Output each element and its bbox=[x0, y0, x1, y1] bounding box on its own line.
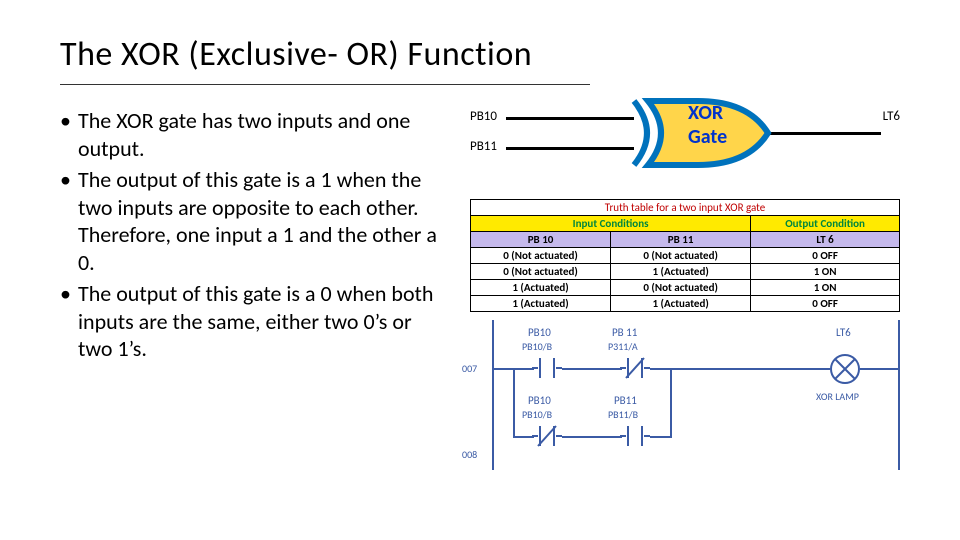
contact-no-icon bbox=[532, 356, 562, 380]
bullet-dot: • bbox=[60, 166, 78, 276]
contact-label-top: PB11 bbox=[614, 394, 637, 407]
right-column: PB10 PB11 LT6 XOR Gate Truth table for a… bbox=[470, 107, 900, 470]
tt-title: Truth table for a two input XOR gate bbox=[471, 200, 900, 216]
bullet-text: The output of this gate is a 0 when both… bbox=[78, 280, 440, 363]
tt-cell: 1 (Actuated) bbox=[471, 296, 611, 312]
rung-number: 007 bbox=[462, 362, 477, 375]
wire bbox=[513, 436, 534, 438]
tt-cell: 0 OFF bbox=[751, 296, 900, 312]
bullet-text: The output of this gate is a 1 when the … bbox=[78, 166, 440, 276]
wire bbox=[670, 368, 672, 438]
tt-cell: 1 (Actuated) bbox=[611, 264, 751, 280]
ladder-rail-right bbox=[898, 320, 900, 470]
contact-no-icon bbox=[620, 424, 650, 448]
contact-label-bot: P311/A bbox=[608, 340, 638, 353]
wire bbox=[562, 368, 622, 370]
wire bbox=[506, 147, 634, 150]
gate-output-label: LT6 bbox=[883, 109, 900, 124]
lamp-caption: XOR LAMP bbox=[816, 390, 859, 403]
tt-output-header: Output Condition bbox=[751, 216, 900, 232]
tt-cell: 0 (Not actuated) bbox=[471, 248, 611, 264]
contact-label-top: PB 11 bbox=[612, 326, 637, 339]
contact-label-bot: PB11/B bbox=[608, 408, 638, 421]
bullet-list: • The XOR gate has two inputs and one ou… bbox=[60, 107, 440, 363]
tt-cell: 1 (Actuated) bbox=[611, 296, 751, 312]
contact-nc-icon bbox=[620, 356, 650, 380]
tt-cell: 1 ON bbox=[751, 280, 900, 296]
tt-col-label: PB 11 bbox=[611, 232, 751, 248]
tt-cell: 1 ON bbox=[751, 264, 900, 280]
wire bbox=[765, 132, 881, 135]
table-row: 0 (Not actuated) 1 (Actuated) 1 ON bbox=[471, 264, 900, 280]
tt-col-label: PB 10 bbox=[471, 232, 611, 248]
rung-number: 008 bbox=[462, 448, 477, 461]
lamp-icon bbox=[828, 352, 862, 386]
contact-label-bot: PB10/B bbox=[522, 340, 552, 353]
table-row: 1 (Actuated) 0 (Not actuated) 1 ON bbox=[471, 280, 900, 296]
contact-label-top: PB10 bbox=[528, 326, 551, 339]
tt-cell: 1 (Actuated) bbox=[471, 280, 611, 296]
bullet-text: The XOR gate has two inputs and one outp… bbox=[78, 107, 440, 162]
table-row: 1 (Actuated) 1 (Actuated) 0 OFF bbox=[471, 296, 900, 312]
wire bbox=[562, 436, 622, 438]
tt-input-header: Input Conditions bbox=[471, 216, 751, 232]
contact-label-bot: PB10/B bbox=[522, 408, 552, 421]
tt-cell: 0 (Not actuated) bbox=[611, 280, 751, 296]
gate-input-top-label: PB10 bbox=[470, 109, 497, 124]
page-title: The XOR (Exclusive- OR) Function bbox=[60, 34, 900, 75]
bullet-item: • The XOR gate has two inputs and one ou… bbox=[60, 107, 440, 162]
contact-nc-icon bbox=[532, 424, 562, 448]
truth-table: Truth table for a two input XOR gate Inp… bbox=[470, 199, 900, 312]
content-columns: • The XOR gate has two inputs and one ou… bbox=[60, 107, 900, 470]
tt-cell: 0 (Not actuated) bbox=[611, 248, 751, 264]
tt-cell: 0 OFF bbox=[751, 248, 900, 264]
tt-col-label: LT 6 bbox=[751, 232, 900, 248]
slide: The XOR (Exclusive- OR) Function • The X… bbox=[0, 0, 960, 540]
wire bbox=[650, 436, 672, 438]
bullet-dot: • bbox=[60, 107, 78, 162]
table-row: 0 (Not actuated) 0 (Not actuated) 0 OFF bbox=[471, 248, 900, 264]
bullet-item: • The output of this gate is a 0 when bo… bbox=[60, 280, 440, 363]
ladder-rail-left bbox=[492, 320, 494, 470]
gate-name-line1: XOR bbox=[688, 101, 723, 125]
wire bbox=[860, 368, 898, 370]
bullet-dot: • bbox=[60, 280, 78, 363]
wire bbox=[513, 368, 515, 438]
contact-label-top: PB10 bbox=[528, 394, 551, 407]
wire bbox=[506, 117, 634, 120]
gate-input-bottom-label: PB11 bbox=[470, 139, 497, 154]
left-column: • The XOR gate has two inputs and one ou… bbox=[60, 107, 440, 470]
gate-name-line2: Gate bbox=[688, 125, 727, 149]
title-underline bbox=[60, 84, 590, 85]
wire bbox=[650, 368, 830, 370]
xor-gate-diagram: PB10 PB11 LT6 XOR Gate bbox=[470, 107, 900, 187]
tt-cell: 0 (Not actuated) bbox=[471, 264, 611, 280]
ladder-diagram: 007 PB10 PB10/B PB 11 P311/A LT6 XOR LAM… bbox=[470, 320, 900, 470]
bullet-item: • The output of this gate is a 1 when th… bbox=[60, 166, 440, 276]
lamp-label-top: LT6 bbox=[836, 326, 851, 339]
